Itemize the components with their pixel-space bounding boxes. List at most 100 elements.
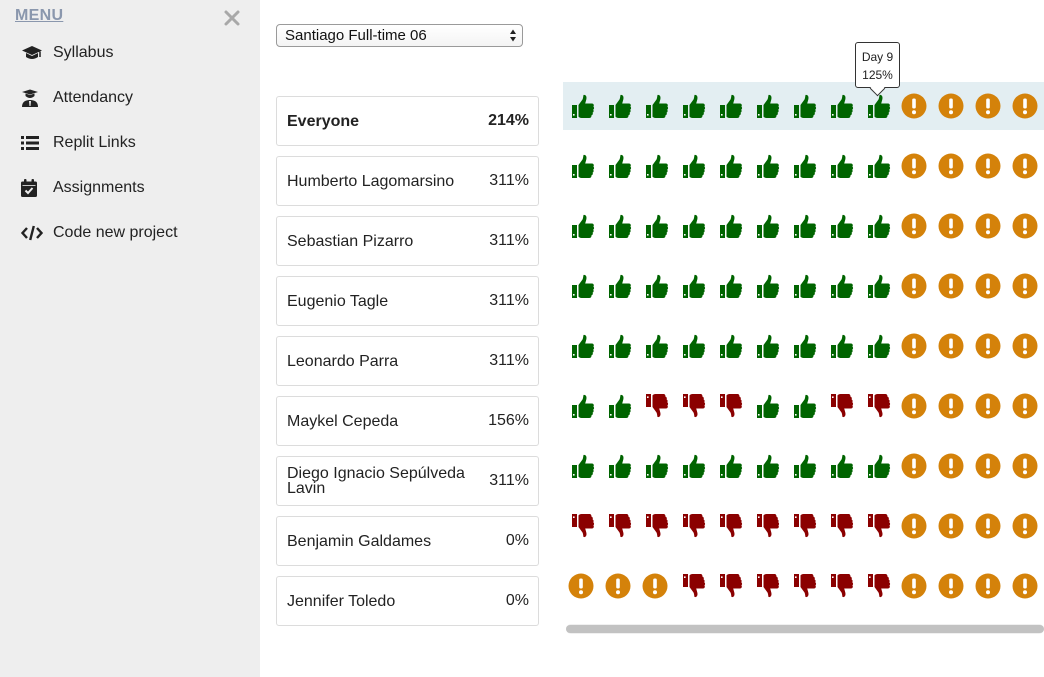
thumbs-up-icon[interactable]: [566, 391, 596, 421]
exclamation-circle-icon[interactable]: [899, 391, 929, 421]
thumbs-down-icon[interactable]: [714, 571, 744, 601]
thumbs-down-icon[interactable]: [640, 511, 670, 541]
thumbs-up-icon[interactable]: [862, 451, 892, 481]
thumbs-down-icon[interactable]: [788, 571, 818, 601]
thumbs-up-icon[interactable]: [751, 451, 781, 481]
thumbs-down-icon[interactable]: [714, 511, 744, 541]
thumbs-up-icon[interactable]: [751, 391, 781, 421]
student-row[interactable]: Leonardo Parra 311%: [276, 336, 539, 386]
exclamation-circle-icon[interactable]: [899, 91, 929, 121]
sidebar-item-assignments[interactable]: Assignments: [0, 165, 260, 210]
exclamation-circle-icon[interactable]: [936, 211, 966, 241]
exclamation-circle-icon[interactable]: [1010, 451, 1040, 481]
thumbs-up-icon[interactable]: [677, 331, 707, 361]
thumbs-up-icon[interactable]: [677, 151, 707, 181]
sidebar-item-attendancy[interactable]: Attendancy: [0, 75, 260, 120]
thumbs-up-icon[interactable]: [640, 451, 670, 481]
student-row[interactable]: Humberto Lagomarsino 311%: [276, 156, 539, 206]
exclamation-circle-icon[interactable]: [566, 571, 596, 601]
scrollbar-thumb[interactable]: [566, 625, 1044, 633]
exclamation-circle-icon[interactable]: [640, 571, 670, 601]
exclamation-circle-icon[interactable]: [1010, 91, 1040, 121]
exclamation-circle-icon[interactable]: [973, 91, 1003, 121]
exclamation-circle-icon[interactable]: [973, 571, 1003, 601]
student-row-everyone[interactable]: Everyone 214%: [276, 96, 539, 146]
thumbs-up-icon[interactable]: [603, 331, 633, 361]
thumbs-down-icon[interactable]: [825, 571, 855, 601]
thumbs-up-icon[interactable]: [677, 451, 707, 481]
student-row[interactable]: Diego Ignacio Sepúlveda Lavin 311%: [276, 456, 539, 506]
thumbs-up-icon[interactable]: [640, 151, 670, 181]
thumbs-up-icon[interactable]: [751, 331, 781, 361]
exclamation-circle-icon[interactable]: [1010, 571, 1040, 601]
exclamation-circle-icon[interactable]: [1010, 211, 1040, 241]
thumbs-up-icon[interactable]: [566, 271, 596, 301]
thumbs-up-icon[interactable]: [640, 91, 670, 121]
thumbs-up-icon[interactable]: [714, 451, 744, 481]
thumbs-up-icon[interactable]: [640, 211, 670, 241]
exclamation-circle-icon[interactable]: [936, 271, 966, 301]
student-row[interactable]: Jennifer Toledo 0%: [276, 576, 539, 626]
thumbs-down-icon[interactable]: [714, 391, 744, 421]
cohort-select[interactable]: Santiago Full-time 06: [276, 24, 523, 47]
thumbs-down-icon[interactable]: [751, 511, 781, 541]
exclamation-circle-icon[interactable]: [899, 271, 929, 301]
exclamation-circle-icon[interactable]: [973, 151, 1003, 181]
thumbs-up-icon[interactable]: [714, 331, 744, 361]
sidebar-item-code-new-project[interactable]: Code new project: [0, 210, 260, 255]
thumbs-up-icon[interactable]: [862, 271, 892, 301]
thumbs-up-icon[interactable]: [862, 151, 892, 181]
thumbs-up-icon[interactable]: [640, 331, 670, 361]
thumbs-up-icon[interactable]: [566, 331, 596, 361]
exclamation-circle-icon[interactable]: [1010, 151, 1040, 181]
thumbs-down-icon[interactable]: [566, 511, 596, 541]
thumbs-down-icon[interactable]: [677, 571, 707, 601]
exclamation-circle-icon[interactable]: [936, 91, 966, 121]
sidebar-item-syllabus[interactable]: Syllabus: [0, 30, 260, 75]
thumbs-down-icon[interactable]: [603, 511, 633, 541]
thumbs-up-icon[interactable]: [751, 91, 781, 121]
thumbs-up-icon[interactable]: [714, 91, 744, 121]
exclamation-circle-icon[interactable]: [899, 151, 929, 181]
exclamation-circle-icon[interactable]: [899, 211, 929, 241]
exclamation-circle-icon[interactable]: [1010, 271, 1040, 301]
exclamation-circle-icon[interactable]: [1010, 511, 1040, 541]
thumbs-down-icon[interactable]: [677, 391, 707, 421]
thumbs-up-icon[interactable]: [788, 451, 818, 481]
close-icon[interactable]: [222, 8, 242, 28]
thumbs-up-icon[interactable]: [825, 331, 855, 361]
thumbs-up-icon[interactable]: [566, 151, 596, 181]
exclamation-circle-icon[interactable]: [899, 331, 929, 361]
sidebar-item-replit-links[interactable]: Replit Links: [0, 120, 260, 165]
thumbs-down-icon[interactable]: [862, 571, 892, 601]
student-row[interactable]: Sebastian Pizarro 311%: [276, 216, 539, 266]
thumbs-up-icon[interactable]: [788, 391, 818, 421]
thumbs-up-icon[interactable]: [714, 271, 744, 301]
thumbs-up-icon[interactable]: [603, 211, 633, 241]
thumbs-up-icon[interactable]: [825, 271, 855, 301]
thumbs-up-icon[interactable]: [862, 331, 892, 361]
thumbs-up-icon[interactable]: [862, 211, 892, 241]
thumbs-down-icon[interactable]: [751, 571, 781, 601]
exclamation-circle-icon[interactable]: [603, 571, 633, 601]
horizontal-scrollbar[interactable]: [566, 624, 1044, 634]
thumbs-down-icon[interactable]: [677, 511, 707, 541]
exclamation-circle-icon[interactable]: [973, 511, 1003, 541]
exclamation-circle-icon[interactable]: [973, 391, 1003, 421]
thumbs-up-icon[interactable]: [825, 451, 855, 481]
thumbs-down-icon[interactable]: [825, 511, 855, 541]
thumbs-up-icon[interactable]: [751, 151, 781, 181]
student-row[interactable]: Maykel Cepeda 156%: [276, 396, 539, 446]
thumbs-up-icon[interactable]: [677, 211, 707, 241]
thumbs-up-icon[interactable]: [603, 271, 633, 301]
thumbs-up-icon[interactable]: [603, 151, 633, 181]
exclamation-circle-icon[interactable]: [936, 511, 966, 541]
thumbs-up-icon[interactable]: [788, 331, 818, 361]
thumbs-up-icon[interactable]: [603, 391, 633, 421]
exclamation-circle-icon[interactable]: [936, 391, 966, 421]
exclamation-circle-icon[interactable]: [973, 271, 1003, 301]
thumbs-up-icon[interactable]: [603, 91, 633, 121]
thumbs-up-icon[interactable]: [677, 91, 707, 121]
thumbs-up-icon[interactable]: [788, 91, 818, 121]
thumbs-up-icon[interactable]: [751, 271, 781, 301]
